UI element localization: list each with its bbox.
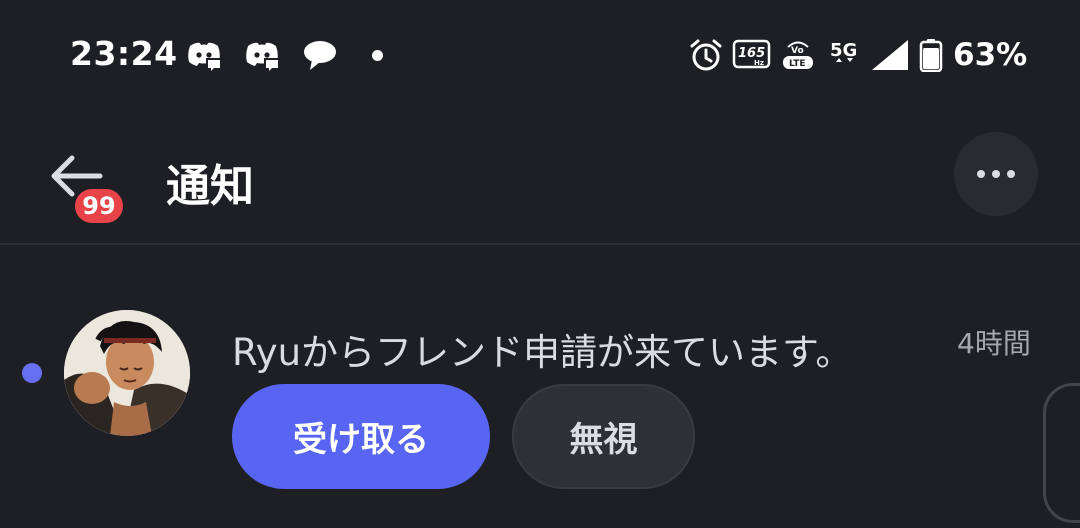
battery-percent: 63% <box>953 37 1028 73</box>
chat-bubble-icon <box>304 41 336 70</box>
volte-icon: Vo LTE <box>783 41 813 69</box>
status-bar: 23:24 165 Hz Vo LTE 5G 63% <box>0 0 1080 110</box>
app-header: 99 通知 <box>0 110 1080 244</box>
discord-icon <box>188 42 222 72</box>
more-options-button[interactable] <box>954 132 1038 216</box>
volte-bottom-label: LTE <box>789 59 806 69</box>
notification-item[interactable]: Ryuからフレンド申請が来ています。 4時間 受け取る 無視 <box>0 300 1080 528</box>
refresh-rate-unit: Hz <box>754 59 764 67</box>
more-dots-icon <box>977 170 985 178</box>
unread-count-badge: 99 <box>72 186 126 226</box>
accept-button[interactable]: 受け取る <box>232 384 490 489</box>
network-label: 5G <box>830 40 857 61</box>
edge-panel-handle[interactable] <box>1043 383 1080 523</box>
page-title: 通知 <box>166 161 254 212</box>
user-avatar-image <box>64 310 190 436</box>
refresh-rate-icon: 165 Hz <box>732 39 771 69</box>
signal-icon <box>872 40 908 70</box>
avatar[interactable] <box>64 310 190 436</box>
notification-time: 4時間 <box>957 327 1031 360</box>
volte-top-label: Vo <box>791 46 804 56</box>
notifications-screen: 23:24 165 Hz Vo LTE 5G 63% 99 通知 Ryuからフレ… <box>0 0 1080 528</box>
notification-message: Ryuからフレンド申請が来ています。 <box>232 331 853 374</box>
ignore-button[interactable]: 無視 <box>512 384 695 489</box>
status-time: 23:24 <box>70 34 178 73</box>
unread-indicator <box>22 363 42 383</box>
battery-icon <box>919 39 943 72</box>
5g-icon: 5G <box>830 40 857 62</box>
header-divider <box>0 243 1080 245</box>
dot-icon <box>372 50 383 61</box>
alarm-icon <box>690 39 722 71</box>
discord-icon <box>246 42 280 72</box>
